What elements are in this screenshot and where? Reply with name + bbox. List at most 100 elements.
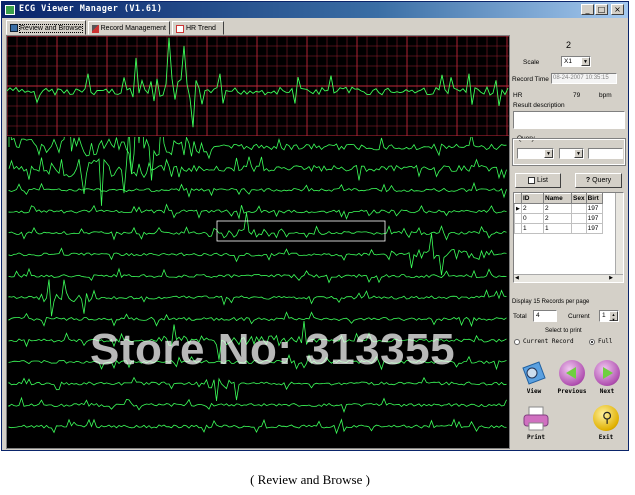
next-button[interactable]: Next — [591, 360, 623, 396]
chart-icon — [176, 24, 184, 33]
tab-record-management[interactable]: Record Management — [88, 21, 170, 35]
cell-birth[interactable]: 197 — [585, 203, 603, 214]
list-button-label: List — [537, 177, 548, 184]
cell-name[interactable]: 2 — [543, 213, 572, 224]
app-icon — [5, 5, 15, 15]
print-select-label: Select to print — [545, 328, 582, 334]
cell-id[interactable]: 2 — [521, 203, 544, 214]
zoom-trace — [7, 37, 509, 128]
radio-unchecked-icon[interactable] — [514, 339, 520, 345]
next-label: Next — [599, 388, 615, 395]
scale-select[interactable]: X1 ▼ — [561, 56, 591, 67]
query-operator-select[interactable]: ▼ — [559, 148, 584, 159]
ecg-zoom-view[interactable] — [7, 36, 509, 136]
horizontal-scrollbar[interactable]: ◀ ▶ — [514, 274, 623, 282]
chevron-down-icon[interactable]: ▼ — [581, 57, 590, 66]
table-header-row: ID Name Sex Birt — [514, 193, 603, 204]
exit-label: Exit — [598, 434, 614, 441]
tab-label: HR Trend — [186, 25, 216, 32]
maximize-button[interactable]: □ — [595, 4, 608, 15]
previous-arrow-icon — [559, 360, 585, 386]
ecg-strip-trace — [8, 137, 507, 181]
current-label: Current — [568, 313, 590, 320]
ecg-strip-trace — [8, 418, 507, 435]
total-value: 4 — [536, 312, 540, 319]
scroll-left-icon[interactable]: ◀ — [515, 275, 519, 281]
window-title: ECG Viewer Manager (V1.61) — [19, 4, 163, 14]
radio-checked-icon[interactable] — [589, 339, 595, 345]
row-marker-header — [514, 193, 522, 204]
cell-birth[interactable]: 197 — [585, 213, 603, 224]
table-row[interactable]: ▶ 2 2 197 — [514, 203, 603, 214]
record-time-label: Record Time — [512, 76, 549, 83]
column-header-sex[interactable]: Sex — [571, 193, 587, 204]
table-row[interactable]: 0 2 197 — [514, 213, 603, 224]
spin-arrows-icon[interactable]: ▲ ▼ — [609, 311, 618, 322]
query-button-label: Query — [592, 177, 612, 184]
query-button[interactable]: ? Query — [575, 173, 622, 188]
minimize-button[interactable]: _ — [581, 4, 594, 15]
ecg-strip-trace — [8, 396, 507, 414]
row-marker — [514, 213, 522, 224]
wrench-icon — [92, 24, 99, 33]
record-time-field: 08-24-2007 10:35:15 — [551, 73, 617, 84]
cell-sex[interactable] — [571, 203, 587, 214]
magnifier-icon — [522, 361, 546, 385]
view-label: View — [526, 388, 542, 395]
close-button[interactable]: × — [611, 4, 624, 15]
vertical-scrollbar[interactable] — [615, 193, 623, 282]
cell-sex[interactable] — [571, 223, 587, 234]
list-button[interactable]: List — [515, 173, 561, 188]
query-field-select[interactable]: ▼ — [517, 148, 554, 159]
query-value-input[interactable] — [588, 148, 623, 159]
tab-label: Review and Browse — [19, 23, 83, 33]
scroll-right-icon[interactable]: ▶ — [609, 275, 613, 281]
record-table[interactable]: ID Name Sex Birt ▶ 2 2 197 0 2 197 1 1 1… — [513, 192, 624, 283]
ecg-strip-trace — [8, 233, 507, 276]
chevron-down-icon[interactable]: ▼ — [574, 149, 583, 158]
radio-full-label: Full — [598, 338, 613, 345]
exit-button[interactable]: ⚲ Exit — [591, 405, 621, 443]
cell-name[interactable]: 2 — [543, 203, 572, 214]
control-panel: 2 Scale X1 ▼ Record Time 08-24-2007 10:3… — [511, 35, 628, 449]
exit-icon: ⚲ — [593, 405, 619, 431]
title-bar[interactable]: ECG Viewer Manager (V1.61) _ □ × — [2, 2, 628, 18]
tab-review-browse[interactable]: Review and Browse — [6, 20, 86, 35]
ecg-strip-trace — [8, 311, 507, 328]
ecg-strip-trace — [8, 279, 507, 317]
radio-current-record-label: Current Record — [523, 338, 574, 345]
view-button[interactable]: View — [519, 360, 549, 396]
radio-current-record[interactable]: Current Record — [514, 338, 584, 348]
ecg-full-disclosure[interactable] — [7, 137, 509, 448]
cell-id[interactable]: 1 — [521, 223, 544, 234]
total-label: Total — [513, 313, 527, 320]
column-header-id[interactable]: ID — [521, 193, 544, 204]
column-header-name[interactable]: Name — [543, 193, 572, 204]
ecg-strip-trace — [8, 376, 507, 401]
radio-full[interactable]: Full — [589, 338, 619, 348]
previous-button[interactable]: Previous — [555, 360, 589, 396]
watermark: Store No: 313355 — [90, 325, 456, 374]
current-page-stepper[interactable]: 1 ▲ ▼ — [599, 310, 619, 322]
cell-id[interactable]: 0 — [521, 213, 544, 224]
table-row[interactable]: 1 1 197 — [514, 223, 603, 234]
scale-label: Scale — [523, 59, 540, 66]
print-button[interactable]: Print — [521, 405, 551, 443]
ecg-strip-trace — [8, 267, 507, 284]
cell-name[interactable]: 1 — [543, 223, 572, 234]
ecg-display[interactable] — [6, 35, 510, 449]
cell-birth[interactable]: 197 — [585, 223, 603, 234]
chevron-down-icon[interactable]: ▼ — [544, 149, 553, 158]
total-field: 4 — [533, 310, 557, 322]
selection-box — [216, 220, 386, 242]
cell-sex[interactable] — [571, 213, 587, 224]
column-header-birth[interactable]: Birt — [585, 193, 603, 204]
tab-hr-trend[interactable]: HR Trend — [172, 21, 224, 35]
display-per-page-text: Display 15 Records per page — [512, 299, 590, 305]
result-description-field[interactable] — [513, 111, 625, 129]
next-arrow-icon — [594, 360, 620, 386]
ecg-strip-trace — [8, 203, 507, 220]
tab-label: Record Management — [100, 25, 166, 32]
list-icon — [528, 177, 536, 184]
hr-unit: bpm — [599, 92, 612, 99]
